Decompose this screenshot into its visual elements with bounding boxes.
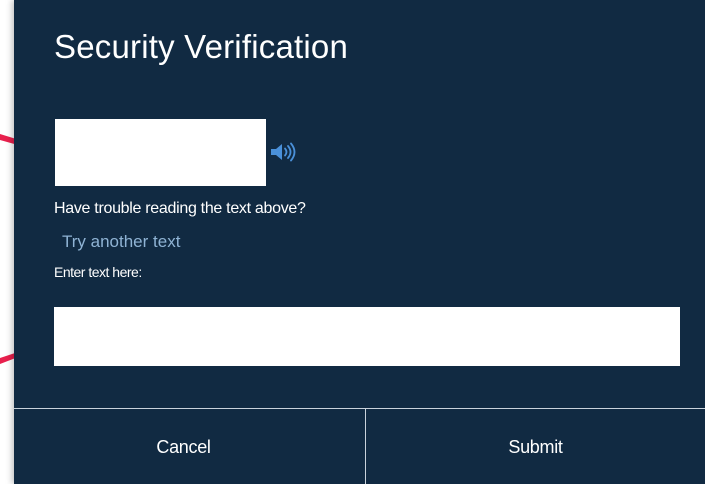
speaker-icon bbox=[271, 142, 296, 162]
page: Security Verification Have trouble readi… bbox=[0, 0, 705, 484]
dialog-title: Security Verification bbox=[54, 28, 348, 65]
submit-button[interactable]: Submit bbox=[366, 409, 705, 484]
captcha-text-input[interactable] bbox=[54, 307, 680, 366]
security-verification-dialog: Security Verification Have trouble readi… bbox=[14, 0, 705, 484]
captcha-image bbox=[55, 119, 266, 186]
try-another-text-link[interactable]: Try another text bbox=[62, 232, 180, 252]
enter-text-label: Enter text here: bbox=[54, 264, 142, 280]
trouble-reading-text: Have trouble reading the text above? bbox=[54, 200, 306, 217]
audio-captcha-button[interactable] bbox=[268, 141, 298, 163]
cancel-button[interactable]: Cancel bbox=[14, 409, 365, 484]
dialog-footer: Cancel Submit bbox=[14, 408, 705, 484]
